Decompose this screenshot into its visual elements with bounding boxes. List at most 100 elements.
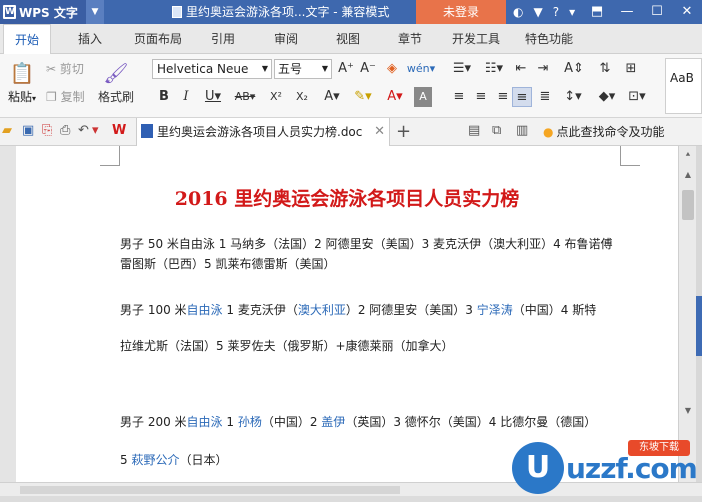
scroll-thumb[interactable] — [682, 190, 694, 220]
decrease-indent-icon[interactable]: ⇤ — [512, 59, 530, 79]
cut-button[interactable]: ✂ 剪切 — [46, 60, 84, 77]
tab-developer[interactable]: 开发工具 — [452, 24, 500, 54]
font-color-icon[interactable]: A▾ — [382, 87, 408, 107]
superscript-icon[interactable]: X² — [266, 87, 286, 107]
grow-font-icon[interactable]: A⁺ — [336, 59, 356, 79]
link-hagino-kosuke[interactable]: 萩野公介 — [131, 453, 179, 467]
help-icon[interactable]: ? — [553, 5, 559, 19]
layout-icon[interactable]: ▤ — [468, 123, 480, 139]
link-guy[interactable]: 盖伊 — [321, 415, 345, 429]
open-folder-icon[interactable]: ▰ — [2, 123, 12, 139]
text-run: 1 麦克沃伊（ — [222, 303, 298, 317]
underline-icon[interactable]: U▾ — [200, 87, 226, 107]
clear-format-icon[interactable]: ◈ — [382, 59, 402, 79]
tab-chapter[interactable]: 章节 — [398, 24, 422, 54]
text-direction-icon[interactable]: A⇕ — [560, 59, 588, 79]
paragraph-100m-freestyle-line2: 拉维尤斯（法国）5 莱罗佐夫（俄罗斯）+康德莱丽（加拿大） — [120, 339, 454, 353]
link-freestyle[interactable]: 自由泳 — [187, 303, 223, 317]
link-sun-yang[interactable]: 孙杨 — [238, 415, 262, 429]
text-run: 男子 100 米 — [120, 303, 187, 317]
close-icon[interactable]: ✕ — [672, 0, 702, 24]
horizontal-scroll-thumb[interactable] — [20, 486, 400, 494]
scroll-up-icon[interactable]: ▲ — [679, 168, 697, 182]
document-tab[interactable]: 里约奥运会游泳各项目人员实力榜.doc ✕ — [136, 118, 390, 146]
save-icon[interactable]: ▣ — [22, 123, 34, 139]
align-center-icon[interactable]: ≡ — [472, 87, 490, 107]
clipboard-icon: 📋 — [9, 61, 35, 85]
wps-menu-button[interactable]: W WPS 文字 ▼ — [0, 0, 104, 24]
shirt-icon[interactable]: ▼ — [533, 5, 542, 19]
align-justify-icon[interactable]: ≡ — [512, 87, 532, 107]
bullets-icon[interactable]: ☰▾ — [448, 59, 476, 79]
tab-page-layout[interactable]: 页面布局 — [134, 24, 182, 54]
char-shading-icon[interactable]: A — [414, 87, 432, 107]
format-painter-label: 格式刷 — [97, 90, 134, 104]
customize-icon[interactable]: ▾ — [92, 123, 99, 139]
distributed-icon[interactable]: ≣ — [536, 87, 554, 107]
increase-indent-icon[interactable]: ⇥ — [534, 59, 552, 79]
text-effect-icon[interactable]: A▾ — [320, 87, 344, 107]
bold-icon[interactable]: B — [156, 87, 172, 107]
borders-icon[interactable]: ⊡▾ — [624, 87, 650, 107]
new-tab-icon[interactable]: + — [396, 118, 411, 146]
chevron-down-icon[interactable]: ▼ — [86, 0, 104, 24]
link-ning-zetao[interactable]: 宁泽涛 — [477, 303, 513, 317]
numbering-icon[interactable]: ☷▾ — [480, 59, 508, 79]
vertical-scrollbar[interactable]: ⯅ ▲ ▼ — [678, 146, 696, 482]
link-freestyle[interactable]: 自由泳 — [187, 415, 223, 429]
copy-button[interactable]: ❐ 复制 — [46, 88, 85, 105]
line-spacing-icon[interactable]: ↕▾ — [560, 87, 586, 107]
style-gallery[interactable]: AaB — [665, 58, 702, 114]
window-title: 里约奥运会游泳各项...文字 - 兼容模式 — [172, 0, 389, 24]
subscript-icon[interactable]: X₂ — [292, 87, 312, 107]
wps-home-icon[interactable]: W — [112, 123, 126, 139]
text-run: （中国）4 斯特 — [512, 303, 597, 317]
link-australia[interactable]: 澳大利亚 — [298, 303, 346, 317]
tab-review[interactable]: 审阅 — [274, 24, 298, 54]
side-panel-toggle[interactable] — [696, 296, 702, 356]
italic-icon[interactable]: I — [178, 87, 194, 107]
tab-references[interactable]: 引用 — [211, 24, 235, 54]
table-icon[interactable]: ⊞ — [620, 59, 642, 79]
more-icon[interactable]: ▾ — [569, 5, 575, 19]
document-page[interactable]: 2016 里约奥运会游泳各项目人员实力榜 男子 50 米自由泳 1 马纳多（法国… — [16, 146, 678, 482]
chevron-down-icon: ▼ — [261, 64, 268, 73]
window-icon[interactable]: ⧉ — [492, 123, 501, 139]
page-up-icon[interactable]: ⯅ — [679, 148, 697, 162]
lightbulb-icon: ● — [543, 125, 554, 139]
text-run: 5 — [120, 453, 132, 467]
close-tab-icon[interactable]: ✕ — [374, 118, 385, 146]
font-size-select[interactable]: 五号 ▼ — [274, 59, 332, 79]
tab-special[interactable]: 特色功能 — [525, 24, 573, 54]
paste-button[interactable]: 📋 粘贴▾ — [2, 58, 42, 105]
sort-icon[interactable]: ⇅ — [596, 59, 614, 79]
undo-icon[interactable]: ↶ — [78, 123, 89, 139]
text-run: 1 — [222, 415, 238, 429]
align-right-icon[interactable]: ≡ — [494, 87, 512, 107]
panel-icon[interactable]: ▥ — [516, 123, 528, 139]
login-button[interactable]: 未登录 — [416, 0, 506, 24]
text-run: （日本） — [179, 453, 228, 467]
export-pdf-icon[interactable]: ⎘ — [42, 123, 52, 139]
command-search[interactable]: ● 点此查找命令及功能 — [543, 118, 665, 146]
tab-home[interactable]: 开始 — [3, 24, 52, 55]
format-painter-button[interactable]: 🖌 格式刷 — [96, 58, 136, 105]
watermark-text: uzzf.com — [566, 452, 698, 485]
tab-insert[interactable]: 插入 — [78, 24, 102, 54]
quick-access-bar: ▰ ▣ ⎘ ⎙ ↶ ▾ W 里约奥运会游泳各项目人员实力榜.doc ✕ + ▤ … — [0, 118, 702, 146]
restore-icon[interactable]: ⬒ — [582, 0, 612, 24]
shrink-font-icon[interactable]: A⁻ — [358, 59, 378, 79]
highlight-icon[interactable]: ✎▾ — [350, 87, 376, 107]
strikethrough-icon[interactable]: AB▾ — [232, 87, 258, 107]
phonetic-icon[interactable]: wén▾ — [406, 59, 436, 79]
maximize-icon[interactable]: ☐ — [642, 0, 672, 24]
minimize-icon[interactable]: — — [612, 0, 642, 24]
window-title-text: 里约奥运会游泳各项...文字 - 兼容模式 — [186, 5, 390, 19]
align-left-icon[interactable]: ≡ — [450, 87, 468, 107]
scroll-down-icon[interactable]: ▼ — [679, 404, 697, 418]
tab-view[interactable]: 视图 — [336, 24, 360, 54]
skin-icon[interactable]: ◐ — [513, 5, 523, 19]
shading-icon[interactable]: ◆▾ — [594, 87, 620, 107]
font-name-select[interactable]: Helvetica Neue ▼ — [152, 59, 272, 79]
print-icon[interactable]: ⎙ — [60, 123, 70, 139]
